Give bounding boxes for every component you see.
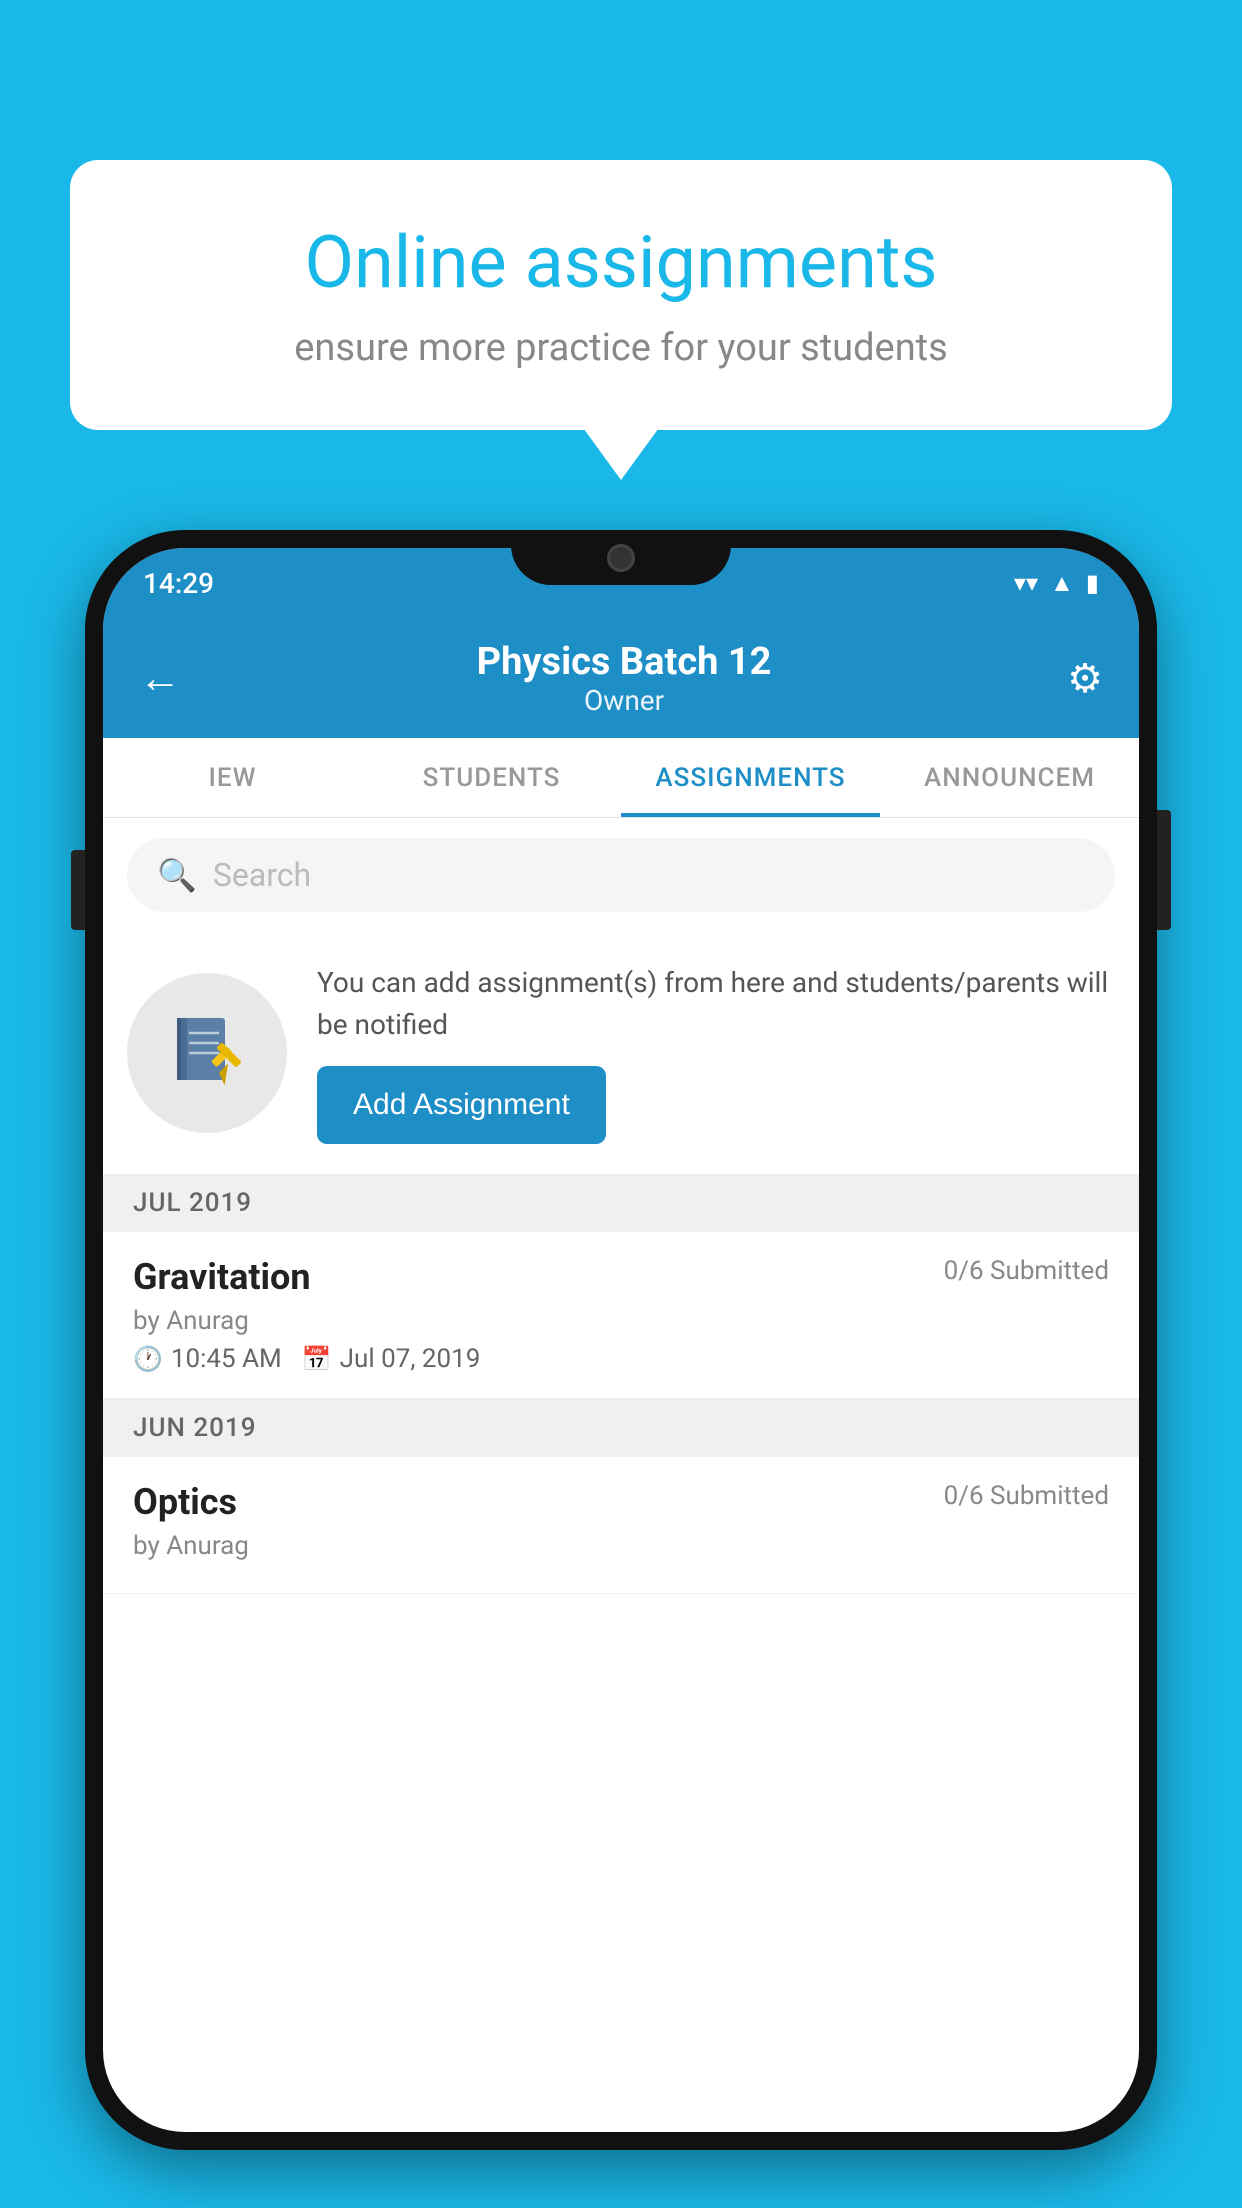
header-subtitle: Owner [477,684,772,717]
speech-bubble-container: Online assignments ensure more practice … [70,160,1172,430]
status-time: 14:29 [143,567,214,600]
phone-notch [511,530,731,585]
tab-announcements[interactable]: ANNOUNCEM [880,738,1139,817]
status-icons: ▾▾ ▲ ▮ [1014,569,1099,598]
notebook-svg [167,1013,247,1093]
header-title: Physics Batch 12 [477,640,772,684]
assignment-icon-circle [127,973,287,1133]
assignment-author-optics: by Anurag [133,1531,1109,1561]
phone-camera [607,544,635,572]
speech-bubble: Online assignments ensure more practice … [70,160,1172,430]
settings-button[interactable]: ⚙ [1067,655,1103,702]
tabs-bar: IEW STUDENTS ASSIGNMENTS ANNOUNCEM [103,738,1139,818]
phone-container: 14:29 ▾▾ ▲ ▮ ← Physics Batch 12 Owner ⚙ [85,530,1157,2208]
assignment-meta-gravitation: 🕐 10:45 AM 📅 Jul 07, 2019 [133,1344,1109,1374]
assignment-gravitation[interactable]: Gravitation 0/6 Submitted by Anurag 🕐 10… [103,1232,1139,1399]
assignment-header: Gravitation 0/6 Submitted [133,1256,1109,1298]
clock-icon: 🕐 [133,1345,163,1373]
meta-time: 🕐 10:45 AM [133,1344,282,1374]
back-button[interactable]: ← [139,654,181,703]
app-header: ← Physics Batch 12 Owner ⚙ [103,618,1139,738]
month-divider-jun: JUN 2019 [103,1399,1139,1457]
header-center: Physics Batch 12 Owner [477,640,772,717]
assignment-submitted-gravitation: 0/6 Submitted [944,1256,1109,1286]
info-description: You can add assignment(s) from here and … [317,962,1115,1046]
signal-icon: ▲ [1050,569,1074,598]
assignment-author-gravitation: by Anurag [133,1306,1109,1336]
phone-inner: 14:29 ▾▾ ▲ ▮ ← Physics Batch 12 Owner ⚙ [103,548,1139,2132]
meta-date: 📅 Jul 07, 2019 [302,1344,481,1374]
meta-date-value: Jul 07, 2019 [340,1344,481,1374]
tab-assignments[interactable]: ASSIGNMENTS [621,738,880,817]
add-assignment-button[interactable]: Add Assignment [317,1066,606,1144]
assignment-title-gravitation: Gravitation [133,1256,311,1298]
phone-outer: 14:29 ▾▾ ▲ ▮ ← Physics Batch 12 Owner ⚙ [85,530,1157,2150]
calendar-icon: 📅 [302,1345,332,1373]
wifi-icon: ▾▾ [1014,569,1038,597]
info-section: You can add assignment(s) from here and … [103,932,1139,1174]
speech-bubble-title: Online assignments [140,220,1102,306]
assignment-title-optics: Optics [133,1481,237,1523]
search-bar[interactable]: 🔍 Search [127,838,1115,912]
tab-iew[interactable]: IEW [103,738,362,817]
search-icon: 🔍 [157,856,197,894]
speech-bubble-subtitle: ensure more practice for your students [140,326,1102,370]
battery-icon: ▮ [1086,569,1099,597]
assignment-header-optics: Optics 0/6 Submitted [133,1481,1109,1523]
assignment-optics[interactable]: Optics 0/6 Submitted by Anurag [103,1457,1139,1594]
tab-students[interactable]: STUDENTS [362,738,621,817]
month-divider-jul: JUL 2019 [103,1174,1139,1232]
meta-time-value: 10:45 AM [171,1344,282,1374]
info-content: You can add assignment(s) from here and … [317,962,1115,1144]
search-placeholder: Search [213,856,311,894]
search-container: 🔍 Search [103,818,1139,932]
assignment-submitted-optics: 0/6 Submitted [944,1481,1109,1511]
